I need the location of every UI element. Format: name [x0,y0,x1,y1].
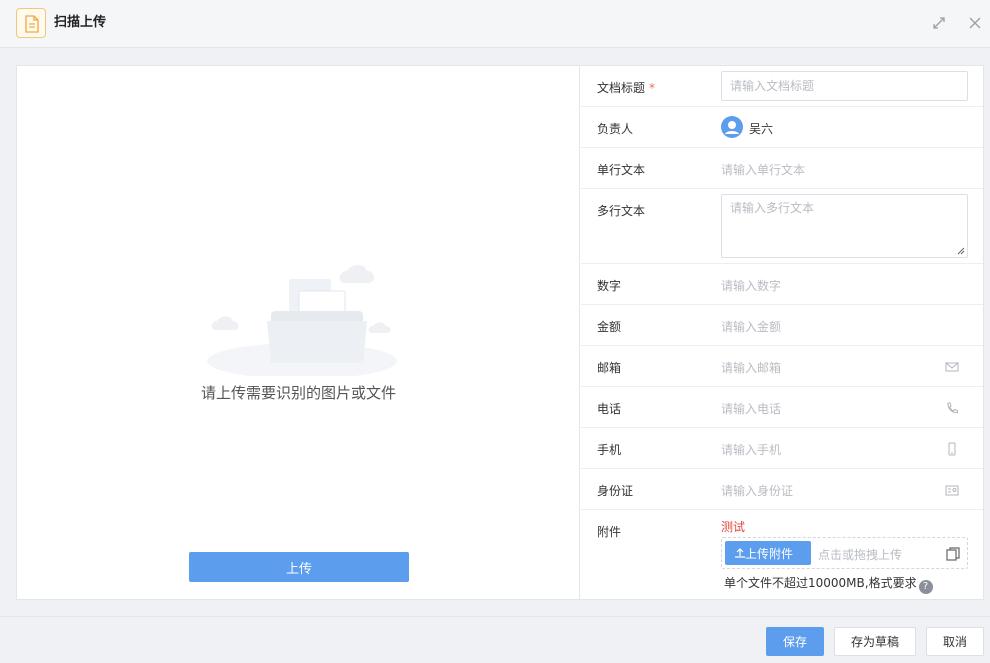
amount-label: 金额 [597,320,622,334]
upload-attachment-label: 上传附件 [745,546,794,561]
id-card-icon [945,485,959,496]
save-button[interactable]: 保存 [766,627,824,656]
number-input[interactable]: 请输入数字 [721,277,781,294]
form-row-single-text: 单行文本 请输入单行文本 [581,148,983,189]
phone-input[interactable]: 请输入电话 [721,400,781,417]
upload-panel: 请上传需要识别的图片或文件 上传 [17,66,580,599]
expand-icon[interactable] [931,15,947,31]
multi-text-label: 多行文本 [597,204,646,218]
required-mark: * [649,81,656,95]
upload-icon [735,548,745,558]
id-card-label: 身份证 [597,484,634,498]
form-panel: 文档标题 * 请输入文档标题 负责人 吴六 单行文本 请输入单行文本 多行文本 请… [581,66,983,599]
attachment-label: 附件 [597,525,622,539]
single-text-label: 单行文本 [597,163,646,177]
dialog-content: 请上传需要识别的图片或文件 上传 文档标题 * 请输入文档标题 负责人 吴六 单行… [16,65,984,600]
upload-attachment-button[interactable]: 上传附件 [725,541,811,565]
mobile-label: 手机 [597,443,622,457]
form-row-email: 邮箱 请输入邮箱 [581,346,983,387]
attachment-dropzone[interactable]: 上传附件 点击或拖拽上传 [721,537,968,569]
attachment-rule: 单个文件不超过10000MB,格式要求? [724,574,933,594]
multi-text-placeholder: 请输入多行文本 [730,201,815,215]
form-row-attachment: 附件 测试 上传附件 点击或拖拽上传 单个文件不超过10000MB,格式要求? [581,510,983,599]
form-row-id-card: 身份证 请输入身份证 [581,469,983,510]
form-row-phone: 电话 请输入电话 [581,387,983,428]
form-row-mobile: 手机 请输入手机 [581,428,983,469]
close-icon[interactable] [967,15,983,31]
mail-icon [945,362,959,372]
dialog-header: 扫描上传 [0,0,990,48]
attachment-title: 测试 [721,520,746,534]
doc-title-label: 文档标题 [597,81,646,95]
cancel-button[interactable]: 取消 [926,627,984,656]
help-icon[interactable]: ? [918,580,933,594]
empty-folder-icon [207,265,397,376]
multi-text-input[interactable]: 请输入多行文本 [721,194,968,258]
doc-title-input[interactable]: 请输入文档标题 [721,71,968,101]
email-label: 邮箱 [597,361,622,375]
form-row-doc-title: 文档标题 * 请输入文档标题 [581,66,983,107]
attachment-drop-hint: 点击或拖拽上传 [818,548,903,562]
amount-input[interactable]: 请输入金额 [721,318,781,335]
form-row-number: 数字 请输入数字 [581,264,983,305]
single-text-input[interactable]: 请输入单行文本 [721,161,805,178]
upload-hint: 请上传需要识别的图片或文件 [200,384,396,402]
id-card-input[interactable]: 请输入身份证 [721,482,793,499]
phone-label: 电话 [597,402,622,416]
resize-handle-icon[interactable] [957,247,965,255]
owner-label: 负责人 [597,122,634,136]
dialog-footer: 保存 存为草稿 取消 [0,616,990,663]
form-row-multi-text: 多行文本 请输入多行文本 [581,189,983,264]
owner-value[interactable]: 吴六 [749,120,773,137]
dialog-title: 扫描上传 [54,15,107,30]
user-avatar-icon [721,116,743,138]
mobile-input[interactable]: 请输入手机 [721,441,781,458]
phone-icon [947,402,958,414]
attachment-rule-text: 单个文件不超过10000MB,格式要求 [724,576,917,590]
save-draft-button[interactable]: 存为草稿 [834,627,916,656]
form-row-owner: 负责人 吴六 [581,107,983,148]
mobile-icon [948,442,956,456]
number-label: 数字 [597,279,622,293]
document-icon [16,8,46,38]
copy-icon[interactable] [945,546,961,562]
email-input[interactable]: 请输入邮箱 [721,359,781,376]
form-row-amount: 金额 请输入金额 [581,305,983,346]
upload-button[interactable]: 上传 [189,552,409,582]
